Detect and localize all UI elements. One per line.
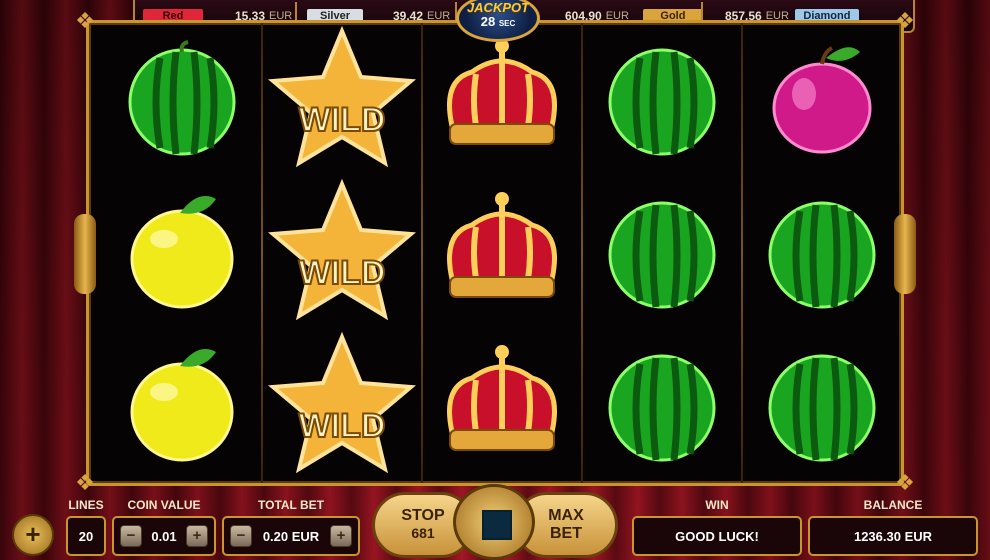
- watermelon-icon: [103, 23, 261, 176]
- wild-star-icon: WILD: [263, 23, 421, 176]
- lemon-icon: [103, 329, 261, 482]
- side-ornament-icon: [894, 214, 916, 294]
- win-display: GOOD LUCK!: [632, 516, 802, 556]
- coin-value-stepper: − 0.01 +: [112, 516, 216, 556]
- watermelon-icon: [743, 329, 901, 482]
- coin-value-label: COIN VALUE: [127, 498, 201, 512]
- reel-5: [743, 23, 901, 483]
- wild-star-icon: WILD: [263, 176, 421, 329]
- wild-star-graphic: WILD: [267, 178, 417, 320]
- crown-icon: [423, 23, 581, 176]
- total-bet-minus-button[interactable]: −: [230, 525, 252, 547]
- corner-ornament-icon: ❖: [895, 8, 915, 33]
- watermelon-graphic: [608, 354, 716, 461]
- watermelon-icon: [583, 176, 741, 329]
- plum-icon: [743, 23, 901, 176]
- lemon-graphic: [130, 348, 234, 461]
- wild-text: WILD: [299, 407, 386, 445]
- reel-2: WILD WILD WILD: [263, 23, 421, 483]
- total-bet-label: TOTAL BET: [258, 498, 324, 512]
- watermelon-icon: [583, 329, 741, 482]
- wild-star-icon: WILD: [263, 329, 421, 482]
- crown-graphic: [447, 191, 557, 298]
- corner-ornament-icon: ❖: [75, 470, 95, 495]
- lemon-graphic: [130, 195, 234, 308]
- jackpot-timer-seconds: 28 SEC: [459, 14, 537, 29]
- jackpot-seconds-value: 28: [480, 14, 496, 29]
- balance-display: 1236.30 EUR: [808, 516, 978, 556]
- reel-1: [103, 23, 261, 483]
- reel-frame: WILD WILD WILD: [86, 20, 904, 486]
- wild-star-graphic: WILD: [267, 25, 417, 167]
- total-bet-stepper: − 0.20 EUR +: [222, 516, 360, 556]
- watermelon-icon: [743, 176, 901, 329]
- total-bet-plus-button[interactable]: +: [330, 525, 352, 547]
- wild-text: WILD: [299, 254, 386, 292]
- win-label: WIN: [705, 498, 729, 512]
- watermelon-graphic: [608, 48, 716, 155]
- coin-value-plus-button[interactable]: +: [186, 525, 208, 547]
- watermelon-graphic: [608, 201, 716, 308]
- reel-4: [583, 23, 741, 483]
- jackpot-timer-title: JACKPOT: [466, 0, 530, 15]
- plum-graphic: [772, 45, 872, 153]
- lines-label: LINES: [68, 498, 104, 512]
- coin-value-minus-button[interactable]: −: [120, 525, 142, 547]
- wild-star-graphic: WILD: [267, 331, 417, 473]
- side-ornament-icon: [74, 214, 96, 294]
- crown-graphic: [447, 38, 557, 145]
- wild-text: WILD: [299, 101, 386, 139]
- watermelon-graphic: [768, 201, 876, 308]
- jackpot-seconds-unit: SEC: [498, 19, 516, 28]
- crown-icon: [423, 329, 581, 482]
- crown-graphic: [447, 344, 557, 451]
- lines-value[interactable]: 20: [66, 516, 106, 556]
- watermelon-icon: [583, 23, 741, 176]
- watermelon-graphic: [128, 39, 236, 155]
- stop-icon: [482, 510, 512, 540]
- coin-value-display: 0.01: [151, 528, 177, 544]
- lemon-icon: [103, 176, 261, 329]
- add-funds-button[interactable]: +: [12, 514, 54, 556]
- corner-ornament-icon: ❖: [895, 470, 915, 495]
- reel-3: [423, 23, 581, 483]
- corner-ornament-icon: ❖: [75, 8, 95, 33]
- spin-button[interactable]: [453, 484, 535, 560]
- watermelon-graphic: [768, 354, 876, 461]
- total-bet-display: 0.20 EUR: [262, 528, 320, 544]
- balance-label: BALANCE: [863, 498, 923, 512]
- crown-icon: [423, 176, 581, 329]
